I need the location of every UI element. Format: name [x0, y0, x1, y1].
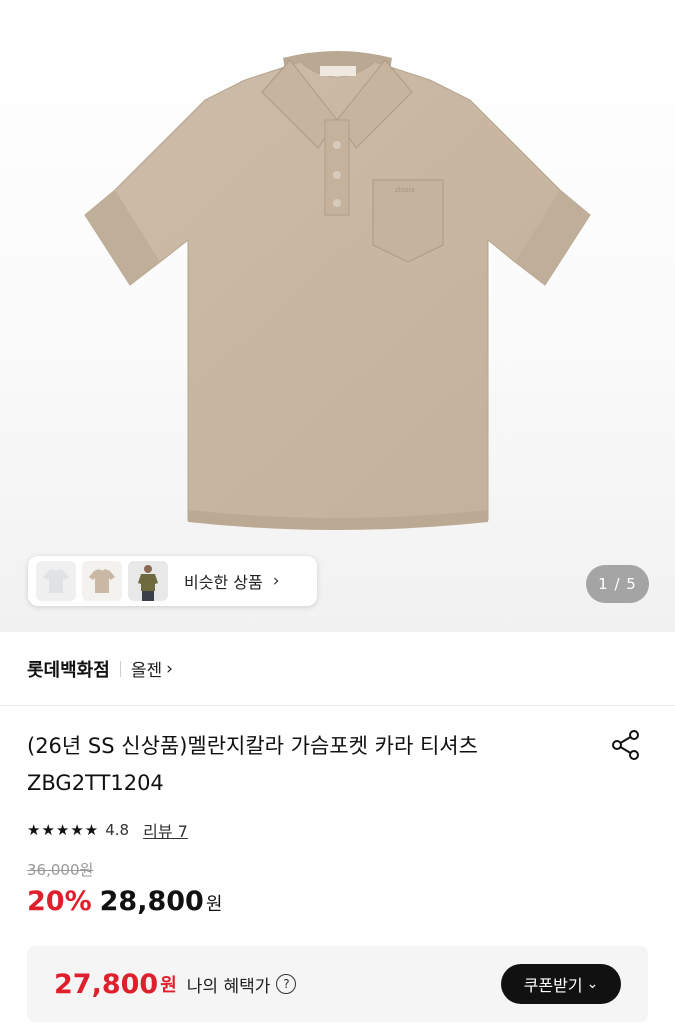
product-image[interactable]: ziozia: [0, 0, 675, 632]
benefit-price-box: 27,800 원 나의 혜택가 ? 쿠폰받기 ⌄: [27, 946, 648, 1022]
price-row: 20% 28,800 원: [27, 886, 222, 917]
thumbnail-white-shirt[interactable]: [36, 561, 76, 601]
share-icon[interactable]: [608, 727, 644, 763]
thumbnail-beige-shirt[interactable]: [82, 561, 122, 601]
store-name: 롯데백화점: [27, 659, 110, 681]
rating-value: 4.8: [105, 821, 130, 839]
chevron-right-icon[interactable]: ›: [166, 659, 173, 679]
rating-row: ★★★★★ 4.8 리뷰 7: [27, 817, 188, 843]
svg-text:ziozia: ziozia: [395, 186, 415, 194]
divider: [119, 660, 121, 677]
star-rating-icons: ★★★★★: [27, 821, 100, 839]
similar-products-button[interactable]: 비슷한 상품 ›: [28, 556, 317, 606]
thumbnail-model-olive-shirt[interactable]: [128, 561, 168, 601]
review-link[interactable]: 리뷰 7: [143, 818, 188, 842]
get-coupon-button[interactable]: 쿠폰받기 ⌄: [501, 964, 621, 1004]
product-title-line1: (26년 SS 신상품)멜란지칼라 가슴포켓 카라 티셔츠: [27, 734, 478, 758]
benefit-price-unit: 원: [160, 975, 177, 996]
discount-rate: 20%: [27, 886, 92, 917]
similar-products-label: 비슷한 상품: [184, 573, 263, 592]
store-row: 롯데백화점 올젠 ›: [0, 632, 675, 706]
brand-link[interactable]: 올젠: [131, 656, 162, 681]
coupon-button-label: 쿠폰받기: [523, 976, 583, 995]
product-image-gallery[interactable]: ziozia 비슷한 상품 › 1 / 5: [0, 0, 675, 632]
help-icon[interactable]: ?: [276, 974, 297, 994]
benefit-price: 27,800: [54, 968, 159, 1000]
sale-price: 28,800: [99, 886, 204, 917]
original-price: 36,000원: [27, 861, 94, 879]
product-code: ZBG2TT1204: [27, 771, 164, 795]
image-counter: 1 / 5: [586, 565, 649, 603]
benefit-label: 나의 혜택가: [186, 976, 271, 997]
chevron-down-icon: ⌄: [586, 976, 599, 992]
chevron-right-icon: ›: [272, 571, 280, 591]
product-title: (26년 SS 신상품)멜란지칼라 가슴포켓 카라 티셔츠 ZBG2TT1204: [27, 728, 587, 802]
sale-price-unit: 원: [205, 894, 223, 915]
